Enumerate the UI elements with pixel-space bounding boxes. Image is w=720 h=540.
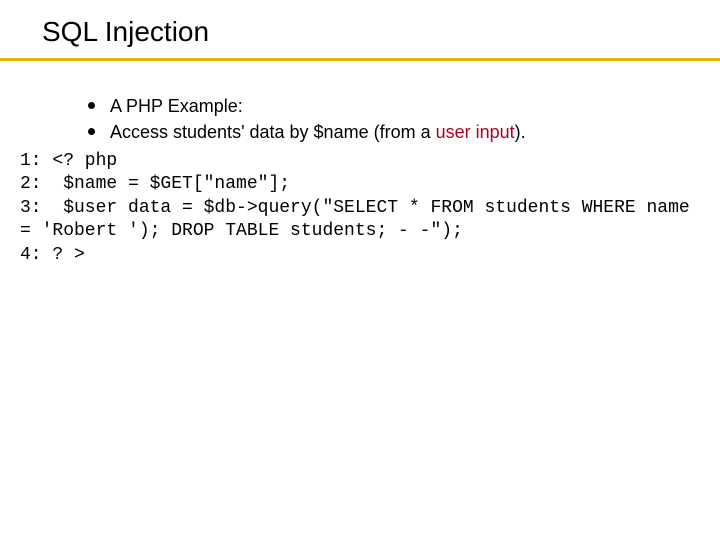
bullet-text-prefix: Access students' data by $name (from a <box>110 122 436 142</box>
bullet-text-suffix: ). <box>515 122 526 142</box>
bullet-item: Access students' data by $name (from a u… <box>88 120 690 144</box>
code-line: 3: $user data = $db->query("SELECT * FRO… <box>20 198 701 241</box>
bullet-list: A PHP Example: Access students' data by … <box>48 94 690 147</box>
code-block: 1: <? php 2: $name = $GET["name"]; 3: $u… <box>20 150 700 267</box>
bullet-text: A PHP Example: <box>110 96 243 116</box>
title-underline <box>0 58 720 61</box>
code-line: 1: <? php <box>20 151 117 171</box>
slide: SQL Injection A PHP Example: Access stud… <box>0 0 720 540</box>
code-line: 4: ? > <box>20 245 85 265</box>
code-line: 2: $name = $GET["name"]; <box>20 174 290 194</box>
bullet-text-highlight: user input <box>436 122 515 142</box>
bullet-item: A PHP Example: <box>88 94 690 118</box>
slide-title: SQL Injection <box>42 16 209 48</box>
